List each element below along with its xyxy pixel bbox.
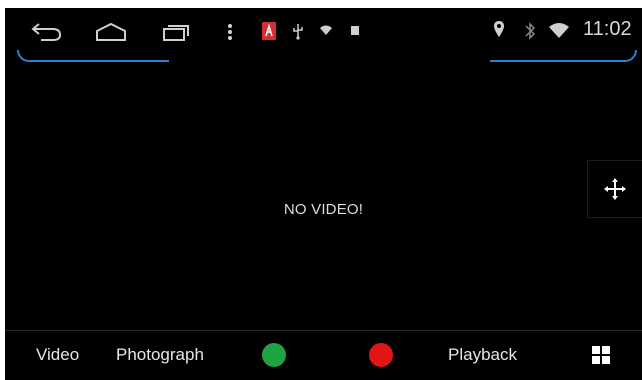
move-button[interactable] bbox=[587, 160, 642, 218]
home-icon[interactable] bbox=[93, 20, 129, 44]
wifi-icon bbox=[549, 23, 569, 38]
notification-app-icon bbox=[262, 22, 276, 40]
recent-apps-icon[interactable] bbox=[159, 20, 195, 44]
square-icon bbox=[351, 26, 359, 35]
status-accent-right bbox=[490, 50, 637, 62]
no-video-message: NO VIDEO! bbox=[283, 201, 364, 218]
playback-button[interactable]: Playback bbox=[448, 345, 517, 365]
clock: 11:02 bbox=[583, 18, 632, 40]
red-record-button[interactable] bbox=[369, 343, 393, 367]
green-record-button[interactable] bbox=[262, 343, 286, 367]
bluetooth-icon bbox=[525, 22, 536, 40]
photograph-button[interactable]: Photograph bbox=[116, 345, 204, 365]
dashcam-screen: 11:02 NO VIDEO! Video Photograph Playbac… bbox=[5, 8, 642, 380]
bottom-bar: Video Photograph Playback bbox=[5, 330, 642, 380]
usb-icon bbox=[293, 24, 303, 40]
wifi-small-icon bbox=[320, 25, 332, 35]
status-accent-left bbox=[17, 50, 169, 62]
back-icon[interactable] bbox=[29, 20, 65, 44]
status-bar: 11:02 bbox=[5, 8, 642, 62]
video-button[interactable]: Video bbox=[36, 345, 79, 365]
move-icon bbox=[604, 178, 626, 200]
location-icon bbox=[494, 21, 504, 37]
grid-icon[interactable] bbox=[592, 346, 610, 364]
menu-dots-icon[interactable] bbox=[225, 20, 235, 44]
